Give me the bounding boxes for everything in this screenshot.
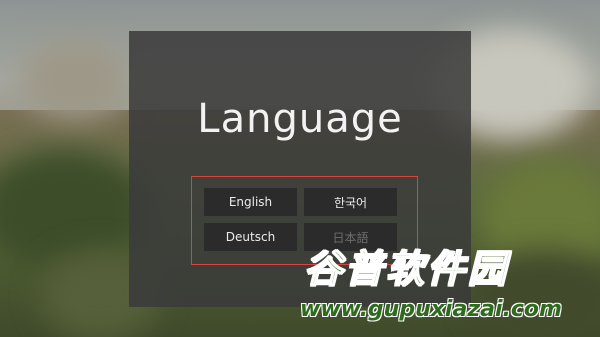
background-haze (20, 40, 130, 120)
language-button-english[interactable]: English (204, 188, 297, 216)
language-button-korean[interactable]: 한국어 (304, 188, 397, 216)
page-title: Language (197, 96, 403, 142)
watermark-site-name: 谷普软件园 (303, 247, 510, 291)
language-button-german[interactable]: Deutsch (204, 223, 297, 251)
watermark-url: www.gupuxiazai.com (300, 297, 562, 322)
